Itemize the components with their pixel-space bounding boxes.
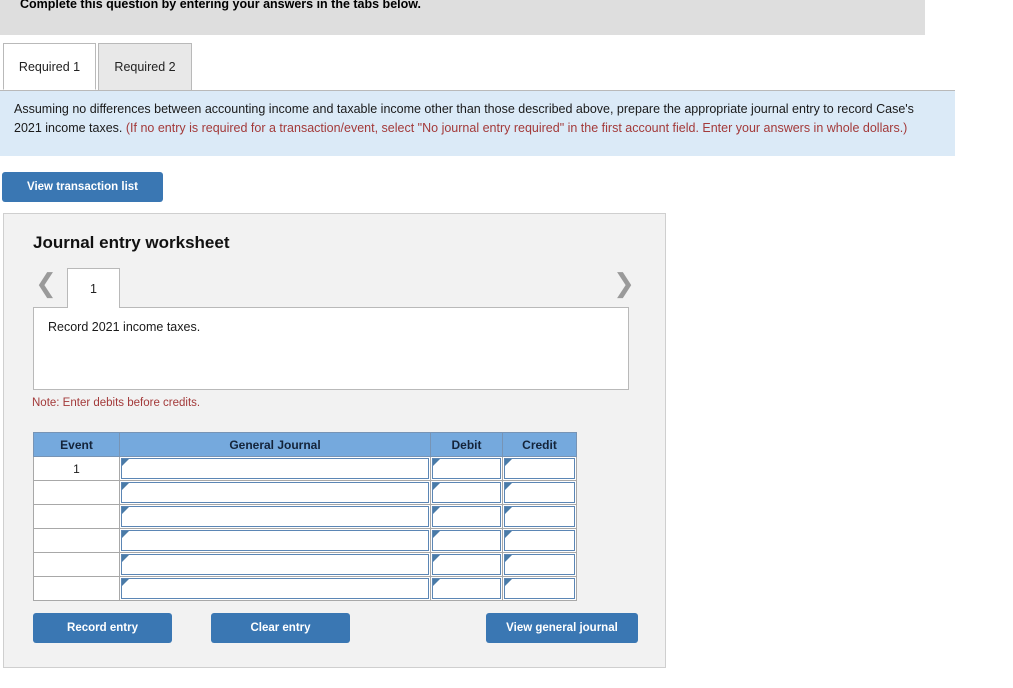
cell-debit-1[interactable] xyxy=(430,456,503,481)
cell-event-5 xyxy=(33,552,120,577)
transaction-description-box: Record 2021 income taxes. xyxy=(33,307,629,390)
general-journal-select-4[interactable] xyxy=(121,530,429,551)
debit-input-4[interactable] xyxy=(432,530,501,551)
table-row xyxy=(33,576,577,601)
table-row: 1 xyxy=(33,456,577,481)
view-general-journal-label: View general journal xyxy=(506,622,618,634)
record-entry-label: Record entry xyxy=(67,622,138,634)
table-row xyxy=(33,528,577,553)
journal-entry-worksheet-panel: Journal entry worksheet ❮ 1 ❯ Record 202… xyxy=(3,213,666,668)
record-entry-button[interactable]: Record entry xyxy=(33,613,172,643)
cell-credit-5[interactable] xyxy=(502,552,577,577)
cell-general-journal-6[interactable] xyxy=(119,576,431,601)
cell-credit-2[interactable] xyxy=(502,480,577,505)
debit-input-2[interactable] xyxy=(432,482,501,503)
requirement-tabstrip: Required 1 Required 2 xyxy=(0,43,955,90)
table-row xyxy=(33,480,577,505)
cell-general-journal-2[interactable] xyxy=(119,480,431,505)
cell-credit-1[interactable] xyxy=(502,456,577,481)
cell-event-1: 1 xyxy=(33,456,120,481)
worksheet-title: Journal entry worksheet xyxy=(33,233,230,252)
cell-general-journal-1[interactable] xyxy=(119,456,431,481)
transaction-description-text: Record 2021 income taxes. xyxy=(48,320,201,334)
debit-input-6[interactable] xyxy=(432,578,501,599)
journal-entry-table: Event General Journal Debit Credit 1 xyxy=(33,432,577,601)
tab-required-1[interactable]: Required 1 xyxy=(3,43,96,90)
credit-input-1[interactable] xyxy=(504,458,575,479)
cell-general-journal-5[interactable] xyxy=(119,552,431,577)
question-instruction-text: Complete this question by entering your … xyxy=(20,0,421,11)
general-journal-select-5[interactable] xyxy=(121,554,429,575)
table-row xyxy=(33,552,577,577)
credit-input-3[interactable] xyxy=(504,506,575,527)
cell-debit-6[interactable] xyxy=(430,576,503,601)
table-header-row: Event General Journal Debit Credit xyxy=(33,432,577,457)
debit-input-5[interactable] xyxy=(432,554,501,575)
tab-required-2[interactable]: Required 2 xyxy=(98,43,192,90)
cell-event-2 xyxy=(33,480,120,505)
chevron-right-icon[interactable]: ❯ xyxy=(611,270,637,300)
clear-entry-button[interactable]: Clear entry xyxy=(211,613,350,643)
cell-general-journal-4[interactable] xyxy=(119,528,431,553)
cell-event-4 xyxy=(33,528,120,553)
credit-input-6[interactable] xyxy=(504,578,575,599)
requirement-instruction-panel: Assuming no differences between accounti… xyxy=(0,90,955,156)
debits-before-credits-note: Note: Enter debits before credits. xyxy=(32,397,201,409)
instruction-hint-text: (If no entry is required for a transacti… xyxy=(125,121,908,135)
credit-input-2[interactable] xyxy=(504,482,575,503)
view-general-journal-button[interactable]: View general journal xyxy=(486,613,638,643)
worksheet-pager: ❮ 1 ❯ xyxy=(33,268,638,308)
credit-input-4[interactable] xyxy=(504,530,575,551)
cell-event-6 xyxy=(33,576,120,601)
cell-general-journal-3[interactable] xyxy=(119,504,431,529)
cell-debit-4[interactable] xyxy=(430,528,503,553)
cell-event-3 xyxy=(33,504,120,529)
column-header-event: Event xyxy=(33,432,120,457)
column-header-general-journal: General Journal xyxy=(119,432,431,457)
clear-entry-label: Clear entry xyxy=(250,622,311,634)
cell-credit-6[interactable] xyxy=(502,576,577,601)
question-instruction-banner: Complete this question by entering your … xyxy=(0,0,925,35)
chevron-left-icon[interactable]: ❮ xyxy=(33,270,59,300)
worksheet-page-tab-1-label: 1 xyxy=(90,281,97,296)
general-journal-select-2[interactable] xyxy=(121,482,429,503)
cell-debit-3[interactable] xyxy=(430,504,503,529)
cell-debit-2[interactable] xyxy=(430,480,503,505)
view-transaction-list-label: View transaction list xyxy=(27,181,138,193)
cell-debit-5[interactable] xyxy=(430,552,503,577)
credit-input-5[interactable] xyxy=(504,554,575,575)
view-transaction-list-button[interactable]: View transaction list xyxy=(2,172,163,202)
column-header-credit: Credit xyxy=(502,432,577,457)
page-root: Complete this question by entering your … xyxy=(0,0,1013,688)
tab-required-2-label: Required 2 xyxy=(114,60,176,74)
debit-input-1[interactable] xyxy=(432,458,501,479)
general-journal-select-6[interactable] xyxy=(121,578,429,599)
general-journal-select-1[interactable] xyxy=(121,458,429,479)
cell-credit-3[interactable] xyxy=(502,504,577,529)
general-journal-select-3[interactable] xyxy=(121,506,429,527)
tab-required-1-label: Required 1 xyxy=(18,59,81,74)
cell-credit-4[interactable] xyxy=(502,528,577,553)
debit-input-3[interactable] xyxy=(432,506,501,527)
worksheet-page-tab-1[interactable]: 1 xyxy=(67,268,120,308)
table-row xyxy=(33,504,577,529)
column-header-debit: Debit xyxy=(430,432,503,457)
